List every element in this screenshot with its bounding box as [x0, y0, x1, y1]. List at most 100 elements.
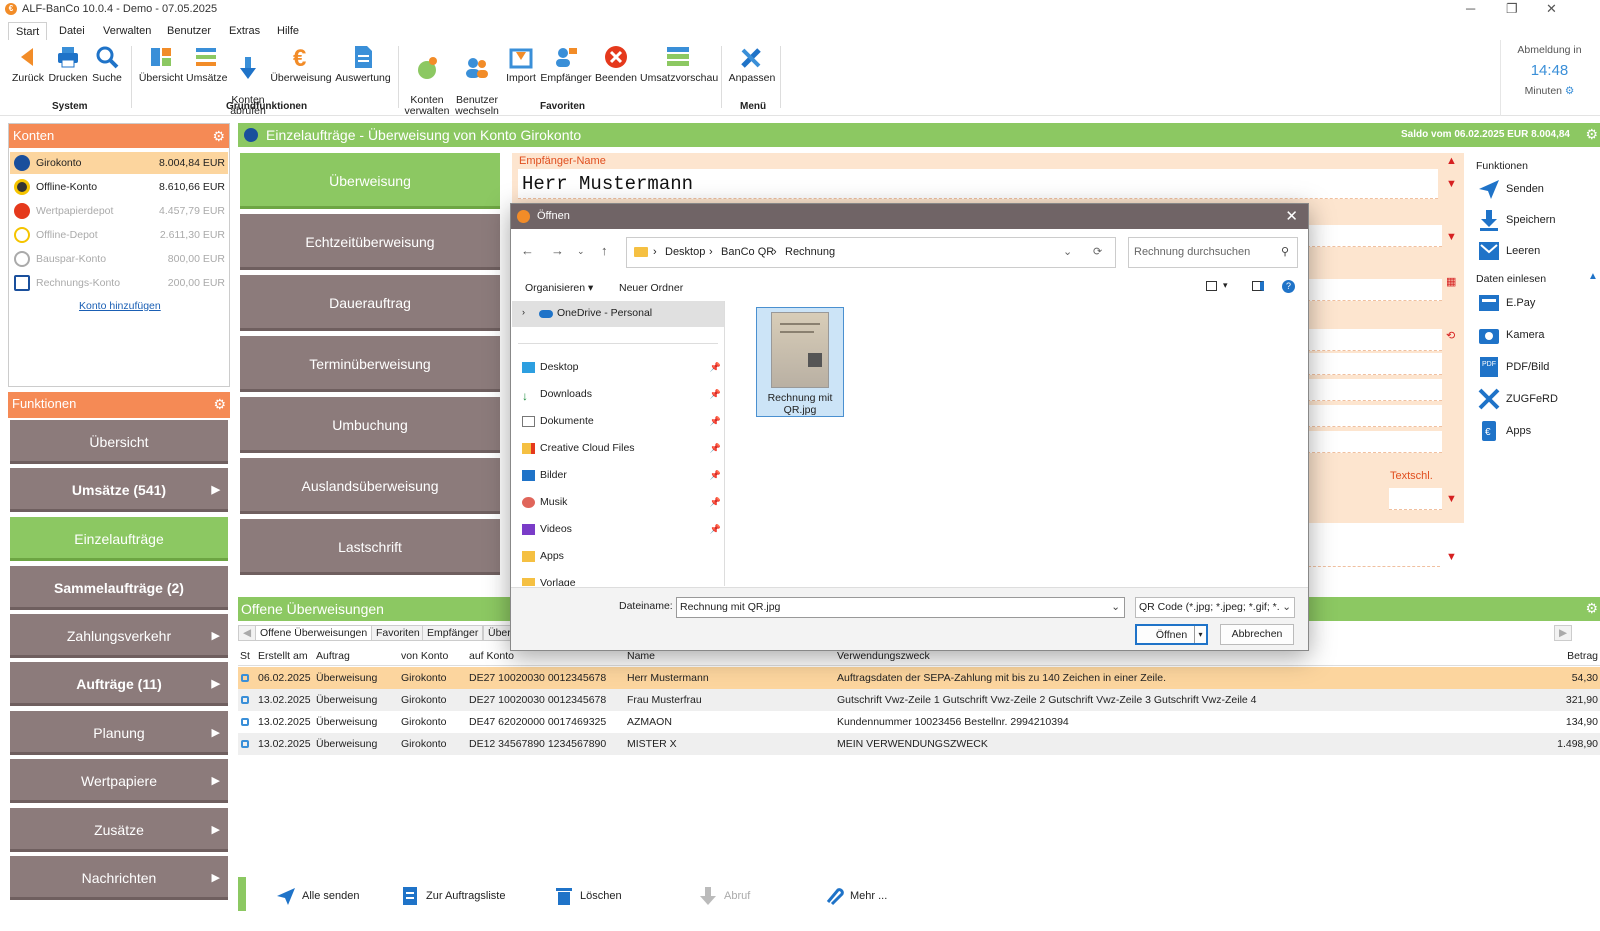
bic-field[interactable] [1307, 279, 1442, 301]
dropdown-arrow-icon[interactable]: ▼ [1446, 231, 1457, 243]
maximize-icon[interactable]: ❐ [1506, 1, 1518, 17]
tab-offene[interactable]: Offene Überweisungen [255, 625, 373, 641]
recent-dropdown-icon[interactable]: ⌄ [577, 246, 585, 257]
nav-planung[interactable]: Planung ▶ [10, 711, 228, 755]
col-von-konto[interactable]: von Konto [401, 650, 448, 662]
order-ueberweisung-button[interactable]: Überweisung [240, 153, 500, 209]
nav-uebersicht[interactable]: Übersicht [10, 420, 228, 464]
address-bar[interactable]: › Desktop › BanCo QR › Rechnung ⌄ ⟳ [626, 237, 1116, 268]
nav-item-apps[interactable]: Apps [522, 546, 724, 566]
nav-wertpapiere[interactable]: Wertpapiere ▶ [10, 759, 228, 803]
pin-icon[interactable]: 📌 [710, 384, 721, 404]
order-termin-button[interactable]: Terminüberweisung [240, 336, 500, 392]
organize-button[interactable]: Organisieren ▾ [525, 282, 593, 294]
gear-icon[interactable]: ⚙ [1585, 600, 1598, 617]
termin-field[interactable] [1308, 545, 1440, 567]
nav-item-musik[interactable]: Musik 📌 [522, 492, 724, 512]
clear-button[interactable]: Leeren [1478, 237, 1540, 265]
gear-icon[interactable]: ⚙ [1565, 85, 1574, 97]
tab-datei[interactable]: Datei [52, 22, 92, 40]
tab-benutzer[interactable]: Benutzer [160, 22, 218, 40]
new-folder-button[interactable]: Neuer Ordner [619, 282, 683, 294]
epay-button[interactable]: E.Pay [1478, 289, 1535, 317]
overview-button[interactable]: Übersicht [138, 44, 184, 84]
order-lastschrift-button[interactable]: Lastschrift [240, 519, 500, 575]
refresh-icon[interactable]: ⟳ [1093, 238, 1102, 267]
col-betrag[interactable]: Betrag [1567, 650, 1598, 662]
account-row[interactable]: Rechnungs-Konto 200,00 EUR [10, 272, 228, 294]
address-dropdown-icon[interactable]: ⌄ [1063, 238, 1072, 267]
dropdown-arrow-icon[interactable]: ▼ [1446, 551, 1457, 563]
file-item[interactable]: Rechnung mit QR.jpg [756, 307, 844, 417]
nav-item-videos[interactable]: Videos 📌 [522, 519, 724, 539]
tab-verwalten[interactable]: Verwalten [96, 22, 158, 40]
collapse-arrow-icon[interactable]: ▲ [1588, 271, 1598, 282]
iban-field[interactable] [1307, 225, 1442, 247]
pin-icon[interactable]: 📌 [710, 438, 721, 458]
umsaetze-button[interactable]: Umsätze [186, 44, 227, 84]
nav-zahlungsverkehr[interactable]: Zahlungsverkehr ▶ [10, 614, 228, 658]
pin-icon[interactable]: 📌 [710, 357, 721, 377]
breadcrumb-desktop[interactable]: Desktop [665, 238, 705, 267]
pin-icon[interactable]: 📌 [710, 519, 721, 539]
textschluessel-field[interactable] [1389, 488, 1442, 510]
dropdown-arrow-icon[interactable]: ▼ [1446, 493, 1457, 505]
add-account-link[interactable]: Konto hinzufügen [79, 300, 161, 312]
preview-pane-icon[interactable] [1252, 281, 1264, 291]
nav-zusaetze[interactable]: Zusätze ▶ [10, 808, 228, 852]
nav-item-vorlage[interactable]: Vorlage [522, 573, 724, 586]
tab-scroll-left-icon[interactable]: ◀ [238, 625, 257, 641]
send-all-button[interactable]: Alle senden [276, 886, 360, 906]
order-echtzeit-button[interactable]: Echtzeitüberweisung [240, 214, 500, 270]
filetype-select[interactable]: QR Code (*.jpg; *.jpeg; *.gif; *. ⌄ [1135, 597, 1295, 618]
forward-arrow-icon[interactable]: → [551, 243, 564, 258]
print-button[interactable]: Drucken [48, 44, 88, 84]
table-row[interactable]: 13.02.2025 Überweisung Girokonto DE12 34… [238, 733, 1600, 755]
calculator-icon[interactable]: ▦ [1446, 275, 1456, 288]
nav-nachrichten[interactable]: Nachrichten ▶ [10, 856, 228, 900]
pdf-image-button[interactable]: PDF PDF/Bild [1478, 353, 1549, 381]
col-name[interactable]: Name [627, 650, 655, 662]
gear-icon[interactable]: ⚙ [212, 128, 225, 145]
account-row[interactable]: Offline-Konto 8.610,66 EUR [10, 176, 228, 198]
account-row[interactable]: Offline-Depot 2.611,30 EUR [10, 224, 228, 246]
chevron-down-icon[interactable]: ▾ [1223, 280, 1228, 291]
ueberweisung-button[interactable]: € Überweisung [270, 44, 332, 84]
table-row[interactable]: 13.02.2025 Überweisung Girokonto DE47 62… [238, 711, 1600, 733]
nav-item-dokumente[interactable]: Dokumente 📌 [522, 411, 724, 431]
order-ausland-button[interactable]: Auslandsüberweisung [240, 458, 500, 514]
onedrive-row[interactable]: › OneDrive - Personal [512, 301, 724, 327]
bookmark-icon[interactable]: ▲ [1446, 155, 1457, 167]
tab-favoriten[interactable]: Favoriten [371, 625, 425, 641]
tab-empfaenger[interactable]: Empfänger [422, 625, 484, 641]
verwendungszweck-field-4[interactable] [1307, 431, 1442, 453]
col-auf-konto[interactable]: auf Konto [469, 650, 514, 662]
empfaenger-button[interactable]: Empfänger [540, 44, 592, 84]
search-input[interactable]: Rechnung durchsuchen ⚲ [1128, 237, 1298, 268]
up-arrow-icon[interactable]: ↑ [601, 243, 608, 258]
umsatzvorschau-button[interactable]: Umsatzvorschau [640, 44, 718, 84]
to-order-list-button[interactable]: Zur Auftragsliste [400, 886, 505, 906]
col-auftrag[interactable]: Auftrag [316, 650, 350, 662]
pin-icon[interactable]: 📌 [710, 411, 721, 431]
nav-umsaetze[interactable]: Umsätze (541) ▶ [10, 468, 228, 512]
anpassen-button[interactable]: Anpassen [728, 44, 776, 84]
send-button[interactable]: Senden [1478, 175, 1544, 203]
nav-auftraege[interactable]: Aufträge (11) ▶ [10, 662, 228, 706]
delete-button[interactable]: Löschen [554, 886, 622, 906]
apps-button[interactable]: € Apps [1478, 417, 1531, 445]
account-row[interactable]: Bauspar-Konto 800,00 EUR [10, 248, 228, 270]
pin-icon[interactable]: 📌 [710, 492, 721, 512]
nav-item-bilder[interactable]: Bilder 📌 [522, 465, 724, 485]
tab-scroll-right-icon[interactable]: ▶ [1554, 625, 1573, 641]
nav-einzelauftraege[interactable]: Einzelaufträge [10, 517, 228, 561]
order-umbuchung-button[interactable]: Umbuchung [240, 397, 500, 453]
nav-sammelauftraege[interactable]: Sammelaufträge (2) [10, 566, 228, 610]
zugferd-button[interactable]: ZUGFeRD [1478, 385, 1558, 413]
gear-icon[interactable]: ⚙ [213, 392, 226, 416]
verwendungszweck-field-3[interactable] [1307, 405, 1442, 427]
tab-hilfe[interactable]: Hilfe [270, 22, 306, 40]
breadcrumb-rechnung[interactable]: Rechnung [785, 238, 835, 267]
tab-start[interactable]: Start [8, 22, 48, 40]
search-button[interactable]: Suche [90, 44, 124, 84]
